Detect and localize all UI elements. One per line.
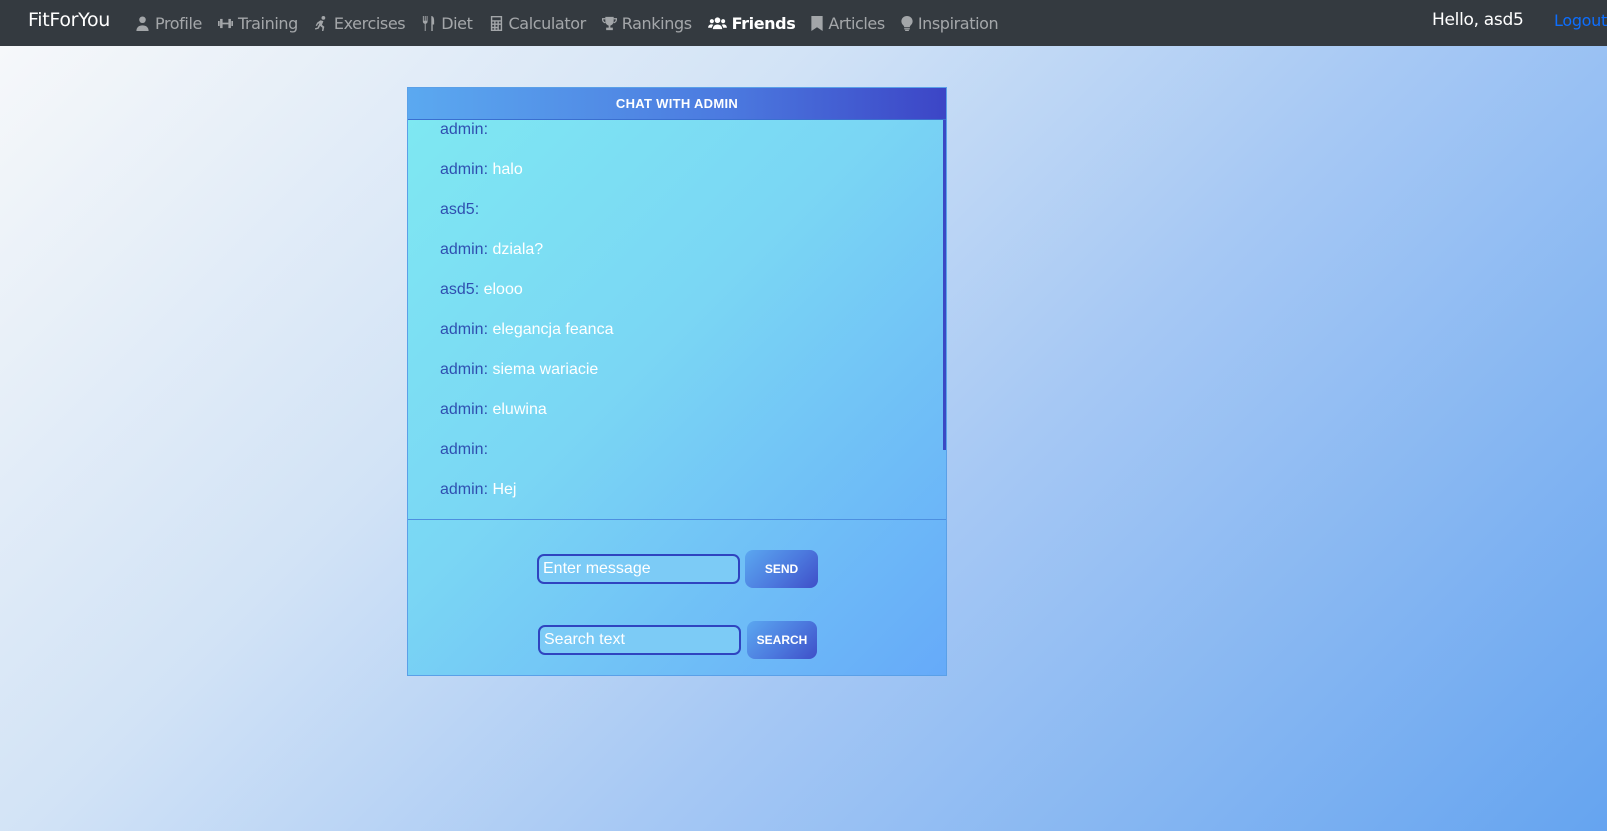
- message-author: admin:: [440, 161, 489, 178]
- message-author: asd5:: [440, 201, 480, 218]
- message-author: admin:: [440, 361, 489, 378]
- message-text: dziala?: [488, 241, 544, 258]
- message-author: admin:: [440, 441, 489, 458]
- nav-item-calculator[interactable]: Calculator: [489, 14, 586, 33]
- nav-label: Inspiration: [917, 13, 999, 33]
- message-text: halo: [488, 161, 523, 178]
- nav-menu: Profile Training Exercises Diet Calculat…: [135, 0, 1014, 46]
- chat-controls: SEND SEARCH: [408, 520, 946, 674]
- dumbbell-icon: [217, 18, 233, 28]
- chat-title: CHAT WITH ADMIN: [408, 88, 946, 120]
- scrollbar-thumb[interactable]: [943, 120, 946, 450]
- nav-label: Training: [237, 13, 298, 33]
- message-text: eluwina: [488, 401, 547, 418]
- nav-item-rankings[interactable]: Rankings: [601, 13, 692, 33]
- chat-message: admin: siema wariacie: [440, 360, 946, 400]
- chat-message: admin:: [440, 120, 946, 160]
- nav-item-profile[interactable]: Profile: [135, 14, 202, 33]
- message-author: admin:: [440, 241, 489, 258]
- nav-label: Exercises: [333, 13, 406, 33]
- chat-message: admin: dziala?: [440, 240, 946, 280]
- nav-label: Articles: [828, 13, 885, 33]
- nav-item-friends[interactable]: Friends: [707, 13, 796, 33]
- user-greeting: Hello, asd5: [1432, 10, 1524, 30]
- lightbulb-icon: [901, 15, 913, 31]
- chat-message: asd5:: [440, 200, 946, 240]
- message-text: siema wariacie: [488, 361, 599, 378]
- send-button[interactable]: SEND: [745, 550, 818, 588]
- nav-item-diet[interactable]: Diet: [421, 13, 473, 33]
- nav-item-inspiration[interactable]: Inspiration: [901, 13, 999, 33]
- search-button[interactable]: SEARCH: [747, 621, 817, 659]
- nav-label: Calculator: [508, 13, 587, 33]
- chat-message: admin:: [440, 440, 946, 480]
- running-icon: [314, 15, 326, 31]
- nav-label: Friends: [731, 13, 796, 33]
- search-input[interactable]: [538, 625, 741, 655]
- nav-label: Rankings: [621, 13, 692, 33]
- nav-item-exercises[interactable]: Exercises: [314, 13, 406, 33]
- chat-panel: CHAT WITH ADMIN admin: admin: halo asd5:…: [407, 87, 947, 676]
- logout-link[interactable]: Logout: [1554, 11, 1607, 30]
- brand-logo[interactable]: FitForYou: [28, 9, 110, 31]
- chat-message: admin: Hej: [440, 480, 946, 519]
- message-text: elooo: [479, 281, 523, 298]
- trophy-icon: [601, 16, 617, 30]
- user-icon: [136, 15, 149, 31]
- message-input[interactable]: [537, 554, 740, 584]
- top-navbar: FitForYou Profile Training Exercises Die…: [0, 0, 1607, 46]
- message-author: asd5:: [440, 281, 480, 298]
- message-text: elegancja feanca: [488, 321, 614, 338]
- message-author: admin:: [440, 481, 489, 498]
- nav-label: Profile: [155, 13, 202, 33]
- calculator-icon: [490, 15, 502, 31]
- nav-item-articles[interactable]: Articles: [811, 13, 885, 33]
- utensils-icon: [423, 15, 435, 31]
- message-author: admin:: [440, 401, 489, 418]
- bookmark-icon: [811, 15, 823, 31]
- users-icon: [707, 16, 727, 29]
- chat-message: admin: elegancja feanca: [440, 320, 946, 360]
- chat-message: asd5: elooo: [440, 280, 946, 320]
- nav-item-training[interactable]: Training: [217, 13, 298, 33]
- message-text: Hej: [488, 481, 517, 498]
- message-list[interactable]: admin: admin: halo asd5: admin: dziala? …: [408, 120, 946, 520]
- chat-message: admin: eluwina: [440, 400, 946, 440]
- nav-label: Diet: [441, 13, 473, 33]
- chat-message: admin: halo: [440, 160, 946, 200]
- message-author: admin:: [440, 121, 489, 138]
- message-author: admin:: [440, 321, 489, 338]
